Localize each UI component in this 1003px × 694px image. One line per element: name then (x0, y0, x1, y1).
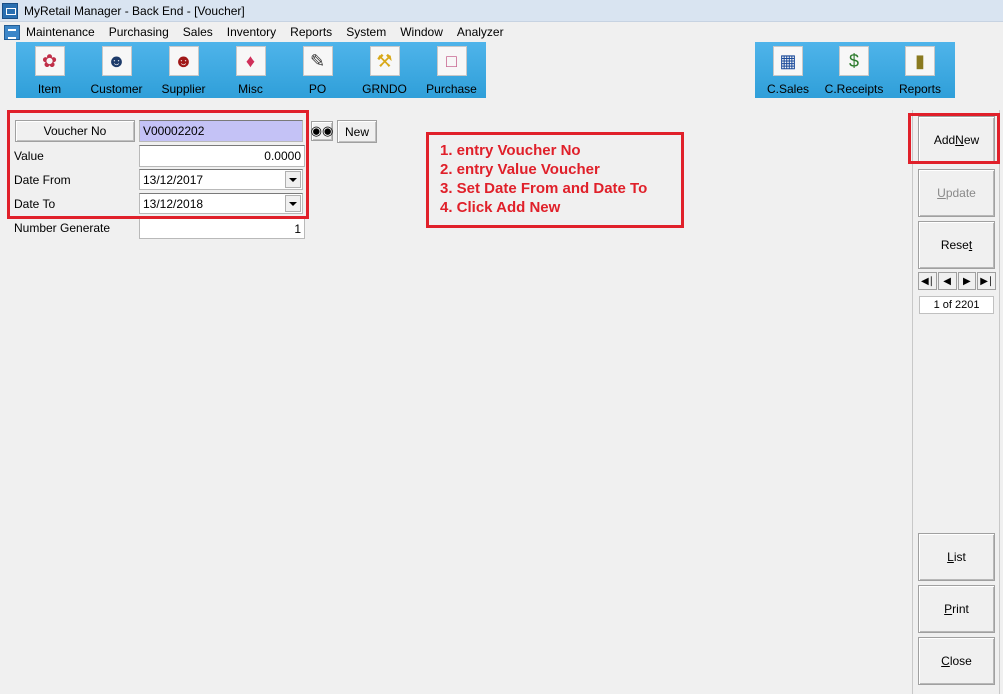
toolbar-customer-button[interactable]: ☻ Customer (83, 42, 150, 98)
menu-maintenance[interactable]: Maintenance (26, 25, 102, 39)
close-button[interactable]: Close (918, 637, 995, 685)
close-label-accel: C (941, 654, 950, 668)
instruction-step-1: 1. entry Voucher No (440, 142, 581, 159)
previous-record-icon: ◀ (943, 275, 951, 287)
purchase-icon: □ (436, 46, 467, 76)
previous-record-button[interactable]: ◀ (937, 272, 957, 290)
toolbar-supplier-label: Supplier (161, 82, 206, 96)
update-button[interactable]: Update (918, 169, 995, 217)
toolbar: ✿ Item ☻ Customer ☻ Supplier ♦ Misc ✎ PO… (0, 42, 1003, 98)
number-generate-label: Number Generate (14, 221, 111, 235)
item-icon: ✿ (34, 46, 65, 76)
toolbar-item-label: Item (37, 82, 62, 96)
toolbar-po-button[interactable]: ✎ PO (284, 42, 351, 98)
number-generate-input[interactable]: 1 (139, 218, 305, 239)
list-label-accel: L (947, 550, 954, 564)
record-navigation: ◀∣ ◀ ▶ ▶∣ (918, 272, 996, 290)
app-icon (2, 2, 18, 19)
reports-book-icon: ▮ (905, 46, 935, 76)
form-highlight-box (7, 110, 309, 219)
toolbar-purchase-button[interactable]: □ Purchase (418, 42, 485, 98)
toolbar-purchase-label: Purchase (426, 82, 477, 96)
list-button[interactable]: List (918, 533, 995, 581)
supplier-icon: ☻ (168, 46, 199, 76)
toolbar-po-label: PO (308, 82, 327, 96)
cash-register-icon: ▦ (773, 46, 803, 76)
reset-label-accel: t (968, 238, 973, 252)
menu-window[interactable]: Window (400, 25, 450, 39)
reset-button[interactable]: Rese t (918, 221, 995, 269)
print-label-accel: P (944, 602, 953, 616)
print-button[interactable]: Print (918, 585, 995, 633)
add-new-highlight-box (908, 113, 1000, 164)
toolbar-right-group: ▦ C.Sales $ C.Receipts ▮ Reports (755, 42, 955, 98)
instructions-box: 1. entry Voucher No 2. entry Value Vouch… (426, 132, 684, 228)
title-bar: MyRetail Manager - Back End - [Voucher] (0, 0, 1003, 22)
print-label-post: rint (952, 602, 969, 616)
first-record-button[interactable]: ◀∣ (918, 272, 937, 290)
menu-sales[interactable]: Sales (183, 25, 220, 39)
toolbar-reports-button[interactable]: ▮ Reports (887, 42, 953, 98)
toolbar-grndo-button[interactable]: ⚒ GRNDO (351, 42, 418, 98)
menu-purchasing[interactable]: Purchasing (109, 25, 176, 39)
toolbar-creceipts-label: C.Receipts (824, 82, 884, 96)
list-label-post: ist (953, 550, 966, 564)
new-button[interactable]: New (337, 120, 377, 143)
toolbar-left-group: ✿ Item ☻ Customer ☻ Supplier ♦ Misc ✎ PO… (16, 42, 486, 98)
binoculars-icon: ◉◉ (310, 123, 334, 138)
menu-analyzer[interactable]: Analyzer (457, 25, 511, 39)
menu-bar: Maintenance Purchasing Sales Inventory R… (0, 22, 1003, 42)
next-record-button[interactable]: ▶ (957, 272, 977, 290)
instruction-step-2: 2. entry Value Voucher (440, 161, 600, 178)
binoculars-search-button[interactable]: ◉◉ (311, 121, 333, 141)
reset-label-pre: Rese (940, 238, 969, 252)
toolbar-supplier-button[interactable]: ☻ Supplier (150, 42, 217, 98)
menu-system[interactable]: System (346, 25, 393, 39)
customer-icon: ☻ (101, 46, 132, 76)
toolbar-customer-label: Customer (90, 82, 143, 96)
menu-inventory[interactable]: Inventory (227, 25, 283, 39)
money-bag-icon: $ (839, 46, 869, 76)
close-label-post: lose (949, 654, 972, 668)
record-counter: 1 of 2201 (919, 296, 994, 314)
menu-reports[interactable]: Reports (290, 25, 339, 39)
update-label-post: pdate (945, 186, 976, 200)
document-menu-icon[interactable] (4, 24, 20, 40)
last-record-icon: ▶∣ (980, 275, 993, 287)
toolbar-creceipts-button[interactable]: $ C.Receipts (821, 42, 887, 98)
toolbar-misc-label: Misc (238, 82, 263, 96)
last-record-button[interactable]: ▶∣ (977, 272, 996, 290)
instruction-step-4: 4. Click Add New (440, 199, 561, 216)
toolbar-item-button[interactable]: ✿ Item (16, 42, 83, 98)
po-icon: ✎ (302, 46, 333, 76)
first-record-icon: ◀∣ (921, 275, 934, 287)
update-label-accel: U (937, 186, 946, 200)
toolbar-grndo-label: GRNDO (362, 82, 407, 96)
next-record-icon: ▶ (963, 275, 971, 287)
instruction-step-3: 3. Set Date From and Date To (440, 180, 648, 197)
grndo-icon: ⚒ (369, 46, 400, 76)
toolbar-csales-label: C.Sales (766, 82, 810, 96)
window-title: MyRetail Manager - Back End - [Voucher] (24, 3, 245, 18)
misc-icon: ♦ (235, 46, 266, 76)
toolbar-misc-button[interactable]: ♦ Misc (217, 42, 284, 98)
toolbar-csales-button[interactable]: ▦ C.Sales (755, 42, 821, 98)
toolbar-reports-label: Reports (898, 82, 942, 96)
